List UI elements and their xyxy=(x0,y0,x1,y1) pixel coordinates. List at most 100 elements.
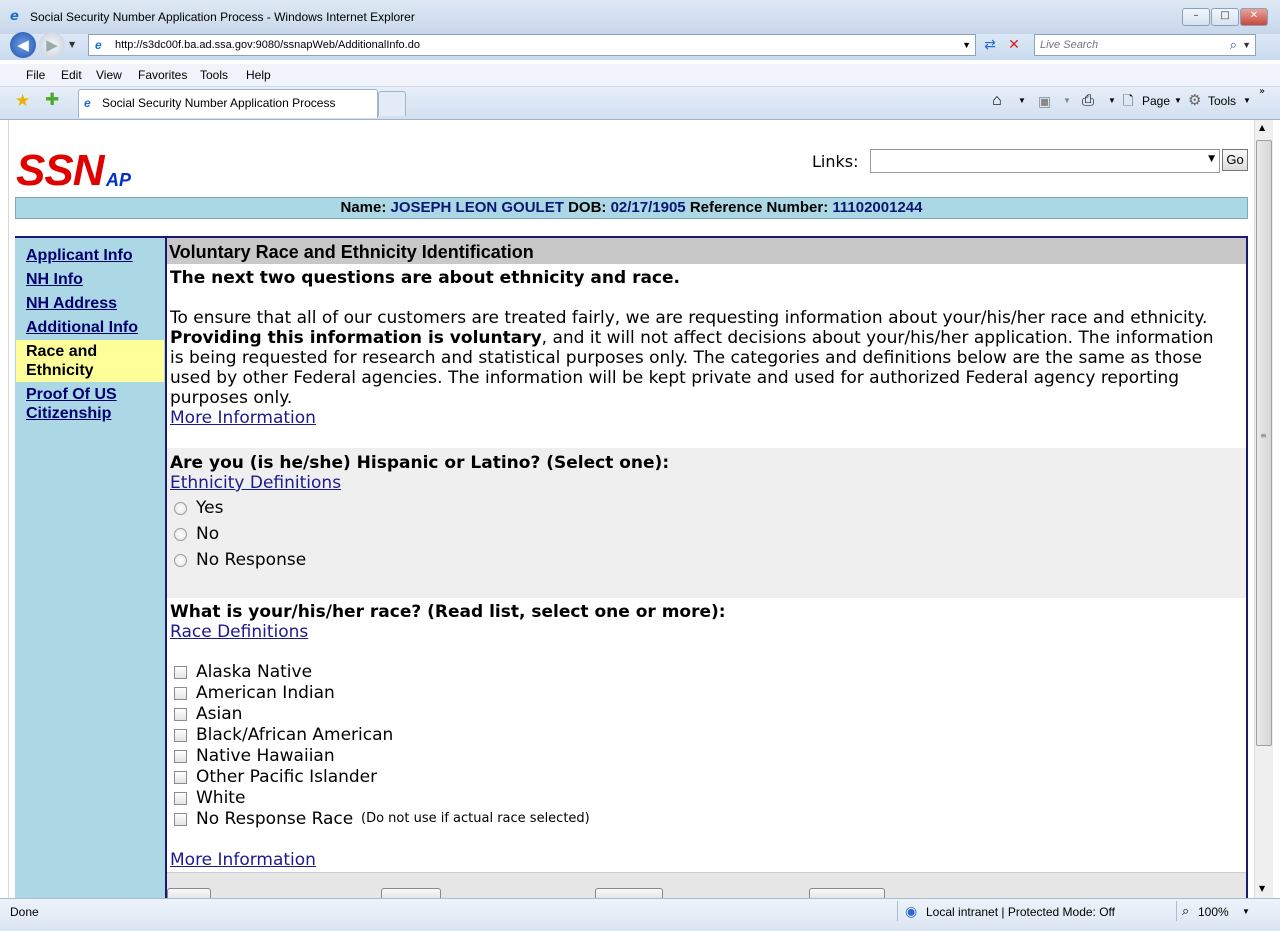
scroll-up-arrow-icon[interactable]: ▲ xyxy=(1259,123,1265,132)
tools-dropdown-icon[interactable]: ▼ xyxy=(1243,96,1251,105)
tools-menu[interactable]: Tools xyxy=(1208,94,1236,108)
home-dropdown-icon[interactable]: ▼ xyxy=(1018,96,1026,105)
sidebar-item-applicant-info[interactable]: Applicant Info xyxy=(26,246,133,265)
ethnicity-yes-radio[interactable] xyxy=(174,502,187,515)
name-label: Name: xyxy=(340,199,387,216)
live-search-input[interactable]: Live Search ⌕ ▼ xyxy=(1034,34,1256,56)
more-information-link-top[interactable]: More Information xyxy=(170,408,316,428)
sidebar-item-proof-citizenship-line2[interactable]: Citizenship xyxy=(26,404,111,423)
race-no-response-note: (Do not use if actual race selected) xyxy=(361,811,590,826)
intro-para-line5: purposes only. xyxy=(170,388,293,408)
scrollbar-grip-icon: ≡ xyxy=(1260,431,1267,440)
address-dropdown-icon[interactable]: ▼ xyxy=(962,35,971,55)
sidebar-item-nh-info[interactable]: NH Info xyxy=(26,270,83,289)
close-window-button[interactable]: ✕ xyxy=(1240,8,1268,26)
intro-para-line3: is being requested for research and stat… xyxy=(170,348,1203,368)
new-tab-button[interactable] xyxy=(378,91,406,116)
sidebar-links: Applicant Info NH Info NH Address Additi… xyxy=(15,238,165,438)
race-no-response-checkbox[interactable] xyxy=(174,813,187,826)
tab-page-icon: e xyxy=(84,96,91,110)
back-button[interactable]: ◀ xyxy=(10,32,36,58)
menu-file[interactable]: File xyxy=(26,68,45,82)
status-divider-2 xyxy=(1176,901,1177,921)
go-button[interactable]: Go xyxy=(1222,149,1248,171)
scroll-down-arrow-icon[interactable]: ▼ xyxy=(1259,884,1265,893)
ethnicity-no-label: No xyxy=(196,524,220,544)
race-other-pacific-islander-checkbox[interactable] xyxy=(174,771,187,784)
address-text: http://s3dc00f.ba.ad.ssa.gov:9080/ssnapW… xyxy=(115,39,420,51)
search-icon[interactable]: ⌕ xyxy=(1230,35,1237,55)
dob-label: DOB: xyxy=(568,199,607,216)
section-header: Voluntary Race and Ethnicity Identificat… xyxy=(167,238,1246,264)
zoom-level[interactable]: 100% xyxy=(1198,905,1229,919)
ssnap-logo: SSN xyxy=(16,146,104,195)
sidebar-item-additional-info[interactable]: Additional Info xyxy=(26,318,138,337)
race-other-pacific-islander-label: Other Pacific Islander xyxy=(196,767,378,787)
ssnap-logo-sub: AP xyxy=(106,170,132,190)
race-black-african-american-checkbox[interactable] xyxy=(174,729,187,742)
refresh-button[interactable]: ⇄ xyxy=(980,35,1000,55)
print-icon[interactable]: ⎙ xyxy=(1082,92,1094,109)
zoom-icon: ⌕ xyxy=(1182,903,1190,918)
search-dropdown-icon[interactable]: ▼ xyxy=(1242,35,1251,55)
links-label: Links: xyxy=(812,152,859,171)
status-text: Done xyxy=(10,905,39,919)
race-american-indian-checkbox[interactable] xyxy=(174,687,187,700)
sidebar-item-race-ethnicity-line1: Race and xyxy=(26,343,98,360)
voluntary-notice: Providing this information is voluntary xyxy=(170,328,542,348)
page-menu[interactable]: Page xyxy=(1142,94,1170,108)
race-alaska-native-checkbox[interactable] xyxy=(174,666,187,679)
forward-button[interactable]: ▶ xyxy=(39,32,65,58)
race-definitions-link[interactable]: Race Definitions xyxy=(170,622,308,642)
menu-edit[interactable]: Edit xyxy=(61,68,82,82)
race-asian-checkbox[interactable] xyxy=(174,708,187,721)
feeds-icon[interactable]: ▣ xyxy=(1038,93,1051,110)
race-asian-label: Asian xyxy=(196,704,243,724)
ethnicity-no-radio[interactable] xyxy=(174,528,187,541)
intro-para-line1: To ensure that all of our customers are … xyxy=(170,308,1208,328)
race-native-hawaiian-label: Native Hawaiian xyxy=(196,746,335,766)
feeds-dropdown-icon[interactable]: ▼ xyxy=(1063,96,1071,105)
links-select[interactable]: ▼ xyxy=(870,149,1220,173)
menu-help[interactable]: Help xyxy=(246,68,271,82)
sidebar-item-proof-citizenship-line1[interactable]: Proof Of US xyxy=(26,385,117,404)
race-black-african-american-label: Black/African American xyxy=(196,725,394,745)
home-icon[interactable]: ⌂ xyxy=(992,92,1002,110)
address-bar[interactable]: e http://s3dc00f.ba.ad.ssa.gov:9080/ssnap… xyxy=(88,34,976,56)
search-placeholder: Live Search xyxy=(1040,39,1099,51)
applicant-info-bar: Name: JOSEPH LEON GOULET DOB: 02/17/1905… xyxy=(15,197,1248,219)
history-dropdown-icon[interactable]: ▼ xyxy=(69,40,75,49)
menu-tools[interactable]: Tools xyxy=(200,68,228,82)
maximize-button[interactable]: □ xyxy=(1211,8,1239,26)
form-button-bar xyxy=(167,872,1246,899)
race-no-response-label: No Response Race xyxy=(196,809,354,829)
intro-para-line2: Providing this information is voluntary,… xyxy=(170,328,1214,348)
reference-number: 11102001244 xyxy=(832,199,923,216)
stop-button[interactable]: ✕ xyxy=(1004,35,1024,55)
more-information-link-bottom[interactable]: More Information xyxy=(170,850,316,870)
page-icon: e xyxy=(95,38,102,52)
menu-favorites[interactable]: Favorites xyxy=(138,68,187,82)
print-dropdown-icon[interactable]: ▼ xyxy=(1108,96,1116,105)
race-white-label: White xyxy=(196,788,246,808)
window-title: Social Security Number Application Proce… xyxy=(30,10,415,24)
tab-overflow-icon[interactable]: » xyxy=(1259,86,1265,97)
menu-view[interactable]: View xyxy=(96,68,122,82)
race-white-checkbox[interactable] xyxy=(174,792,187,805)
add-favorite-icon[interactable]: ✚ xyxy=(45,90,59,110)
race-alaska-native-label: Alaska Native xyxy=(196,662,313,682)
tools-gear-icon: ⚙ xyxy=(1188,92,1202,109)
sidebar-item-nh-address[interactable]: NH Address xyxy=(26,294,117,313)
ethnicity-no-response-radio[interactable] xyxy=(174,554,187,567)
tab-ssnap[interactable]: e Social Security Number Application Pro… xyxy=(78,89,378,118)
security-zone-text[interactable]: Local intranet | Protected Mode: Off xyxy=(926,905,1115,919)
zoom-dropdown-icon[interactable]: ▼ xyxy=(1242,907,1250,916)
favorites-star-icon[interactable]: ★ xyxy=(15,91,30,111)
race-native-hawaiian-checkbox[interactable] xyxy=(174,750,187,763)
minimize-button[interactable]: – xyxy=(1182,8,1210,26)
page-dropdown-icon[interactable]: ▼ xyxy=(1174,96,1182,105)
ethnicity-definitions-link[interactable]: Ethnicity Definitions xyxy=(170,473,341,493)
scrollbar-thumb[interactable]: ≡ xyxy=(1256,140,1272,746)
tab-title: Social Security Number Application Proce… xyxy=(102,96,336,110)
race-question: What is your/his/her race? (Read list, s… xyxy=(170,602,726,622)
